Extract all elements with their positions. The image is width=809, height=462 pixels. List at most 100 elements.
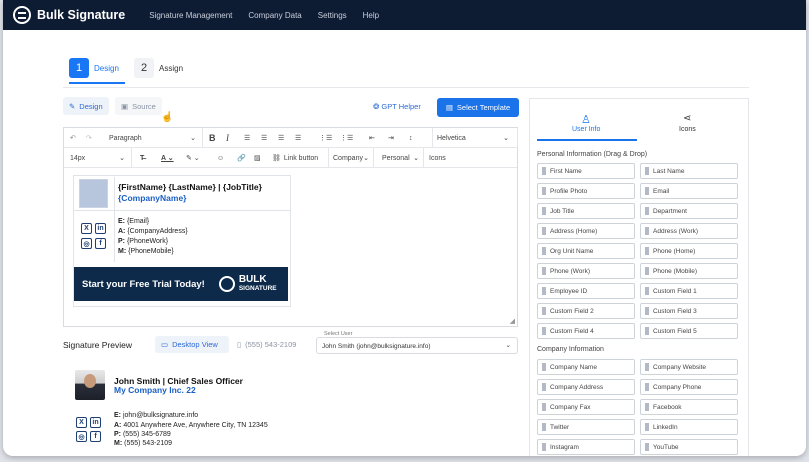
- placeholder-field[interactable]: Email: [640, 183, 738, 199]
- placeholder-field[interactable]: Twitter: [537, 419, 635, 435]
- drag-handle-icon: [542, 363, 546, 371]
- bullet-list-icon[interactable]: ⋮☰: [319, 128, 332, 148]
- select-user-dropdown[interactable]: John Smith (john@bulksignature.info) ⌄: [316, 337, 518, 354]
- preview-email-line: E: john@bulksignature.info: [114, 412, 198, 419]
- font-family-select[interactable]: Helvetica ⌄: [432, 128, 518, 148]
- drag-handle-icon: [645, 247, 649, 255]
- align-center-icon[interactable]: ☰: [261, 128, 267, 148]
- instagram-icon: ◎: [81, 238, 92, 249]
- undo-icon[interactable]: ↶: [70, 128, 76, 148]
- placeholder-field[interactable]: Instagram: [537, 439, 635, 455]
- resize-handle-icon[interactable]: ◢: [510, 317, 515, 325]
- step-design[interactable]: 1 Design: [69, 58, 119, 78]
- source-mode-button[interactable]: ▣ Source: [115, 97, 162, 115]
- editor-email-line: E: {Email}: [118, 218, 149, 225]
- mobile-view-button[interactable]: ▯ (555) 543-2109: [231, 336, 302, 353]
- image-icon[interactable]: ▨: [254, 148, 261, 168]
- placeholder-field[interactable]: Company Phone: [640, 379, 738, 395]
- placeholder-field[interactable]: Custom Field 2: [537, 303, 635, 319]
- desktop-view-button[interactable]: ▭ Desktop View: [155, 336, 229, 353]
- placeholder-field[interactable]: YouTube: [640, 439, 738, 455]
- placeholder-field[interactable]: Profile Photo: [537, 183, 635, 199]
- banner-logo-bulk: BULK: [238, 274, 267, 285]
- user-icon: ♙: [581, 114, 591, 126]
- placeholder-field[interactable]: Facebook: [640, 399, 738, 415]
- text-color-icon[interactable]: A ⌄: [161, 148, 174, 168]
- gpt-helper-button[interactable]: ❂ GPT Helper: [373, 102, 421, 111]
- linkedin-icon[interactable]: in: [90, 417, 101, 428]
- bold-icon[interactable]: B: [209, 128, 216, 148]
- top-navbar: Bulk Signature Signature Management Comp…: [3, 0, 806, 30]
- free-trial-banner[interactable]: Start your Free Trial Today! BULK SIGNATU…: [74, 267, 288, 301]
- instagram-icon[interactable]: ◎: [76, 431, 87, 442]
- nav-signature-management[interactable]: Signature Management: [149, 11, 232, 20]
- line-height-icon[interactable]: ↕: [409, 128, 413, 148]
- address-label: A:: [118, 228, 126, 235]
- nav-settings[interactable]: Settings: [318, 11, 347, 20]
- facebook-icon: f: [95, 238, 106, 249]
- redo-icon[interactable]: ↷: [86, 128, 92, 148]
- source-mode-label: Source: [132, 101, 156, 111]
- placeholder-field[interactable]: Custom Field 3: [640, 303, 738, 319]
- personal-placeholder-select[interactable]: Personal ⌄: [378, 148, 424, 168]
- clear-format-icon[interactable]: T̶: [140, 148, 144, 168]
- placeholder-field[interactable]: Department: [640, 203, 738, 219]
- placeholder-field[interactable]: Custom Field 1: [640, 283, 738, 299]
- link-icon[interactable]: 🔗: [237, 148, 246, 168]
- editor-address-line: A: {CompanyAddress}: [118, 228, 188, 235]
- highlight-icon[interactable]: ✎ ⌄: [186, 148, 200, 168]
- x-twitter-icon[interactable]: X: [76, 417, 87, 428]
- signature-preview-title: Signature Preview: [63, 340, 132, 350]
- placeholder-field[interactable]: Company Website: [640, 359, 738, 375]
- x-twitter-icon: X: [81, 223, 92, 234]
- placeholder-field[interactable]: Job Title: [537, 203, 635, 219]
- nav-company-data[interactable]: Company Data: [248, 11, 301, 20]
- placeholder-field-label: LinkedIn: [653, 423, 678, 431]
- font-size-select[interactable]: 14px ⌄: [66, 148, 132, 168]
- indent-icon[interactable]: ⇥: [388, 128, 394, 148]
- emoji-icon[interactable]: ☺: [217, 148, 224, 168]
- placeholder-field[interactable]: Company Address: [537, 379, 635, 395]
- placeholder-field[interactable]: LinkedIn: [640, 419, 738, 435]
- facebook-icon[interactable]: f: [90, 431, 101, 442]
- align-left-icon[interactable]: ☰: [244, 128, 250, 148]
- icons-select[interactable]: Icons: [429, 148, 446, 168]
- company-placeholder-select[interactable]: Company ⌄: [328, 148, 374, 168]
- drag-handle-icon: [542, 247, 546, 255]
- paragraph-select[interactable]: Paragraph ⌄: [105, 128, 203, 148]
- placeholder-field[interactable]: Custom Field 5: [640, 323, 738, 339]
- step-number: 2: [134, 58, 154, 78]
- drag-handle-icon: [645, 363, 649, 371]
- drag-handle-icon: [645, 227, 649, 235]
- placeholder-field[interactable]: Org Unit Name: [537, 243, 635, 259]
- tab-icons[interactable]: Icons: [679, 126, 696, 133]
- nav-help[interactable]: Help: [363, 11, 379, 20]
- chevron-down-icon: ⌄: [363, 155, 369, 162]
- numbered-list-icon[interactable]: ⋮☰: [340, 128, 353, 148]
- chevron-down-icon: ⌄: [413, 155, 419, 162]
- placeholder-field[interactable]: Company Name: [537, 359, 635, 375]
- placeholder-field[interactable]: Employee ID: [537, 283, 635, 299]
- outdent-icon[interactable]: ⇤: [369, 128, 375, 148]
- placeholder-field[interactable]: Company Fax: [537, 399, 635, 415]
- step-assign[interactable]: 2 Assign: [134, 58, 183, 78]
- drag-handle-icon: [542, 207, 546, 215]
- placeholder-field[interactable]: Phone (Work): [537, 263, 635, 279]
- placeholder-field[interactable]: Address (Work): [640, 223, 738, 239]
- placeholder-field[interactable]: First Name: [537, 163, 635, 179]
- placeholder-field[interactable]: Address (Home): [537, 223, 635, 239]
- app-window: Bulk Signature Signature Management Comp…: [3, 0, 806, 456]
- placeholder-field[interactable]: Phone (Mobile): [640, 263, 738, 279]
- placeholder-field[interactable]: Last Name: [640, 163, 738, 179]
- profile-photo: [75, 370, 105, 400]
- link-button[interactable]: ⛓ Link button: [272, 148, 318, 168]
- design-mode-button[interactable]: ✎ Design: [63, 97, 109, 115]
- placeholder-field[interactable]: Phone (Home): [640, 243, 738, 259]
- align-right-icon[interactable]: ☰: [278, 128, 284, 148]
- placeholder-field-label: Last Name: [653, 167, 685, 175]
- tab-user-info[interactable]: User Info: [572, 126, 600, 133]
- select-template-button[interactable]: ▤ Select Template: [437, 98, 519, 117]
- placeholder-field[interactable]: Custom Field 4: [537, 323, 635, 339]
- align-justify-icon[interactable]: ☰: [295, 128, 301, 148]
- italic-icon[interactable]: I: [226, 128, 229, 148]
